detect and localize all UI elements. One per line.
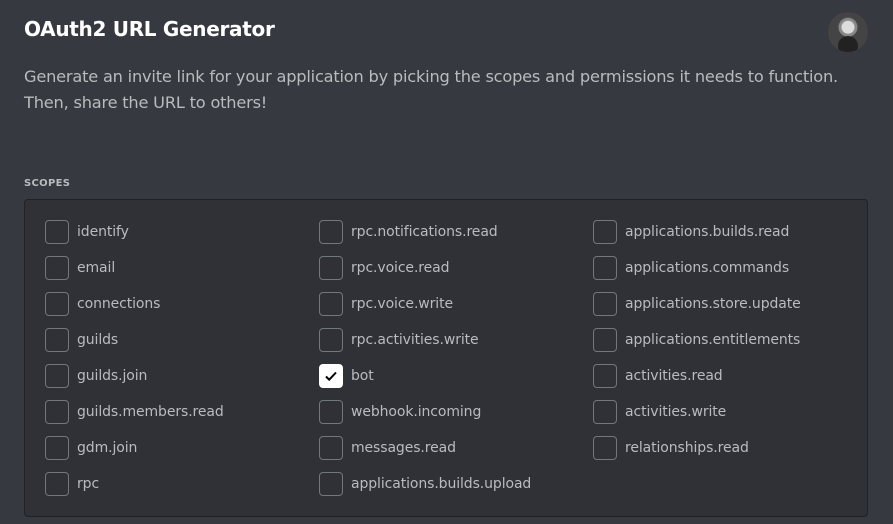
scope-rpc-notifications-read[interactable]: rpc.notifications.read [319,220,498,244]
scopes-panel: identify email connections guilds guilds.joi… [24,199,868,517]
checkbox[interactable] [593,292,617,316]
scope-label: applications.builds.upload [351,476,532,492]
scope-label: relationships.read [625,440,749,456]
scope-label: connections [77,296,161,312]
scope-label: rpc.notifications.read [351,224,498,240]
scope-label: guilds [77,332,119,348]
page-title: OAuth2 URL Generator [24,17,275,41]
scope-label: bot [351,368,374,384]
scope-applications-entitlements[interactable]: applications.entitlements [593,328,800,352]
checkbox[interactable] [319,400,343,424]
checkbox[interactable] [319,220,343,244]
scope-applications-builds-upload[interactable]: applications.builds.upload [319,472,531,496]
scope-applications-store-update[interactable]: applications.store.update [593,292,801,316]
scope-webhook-incoming[interactable]: webhook.incoming [319,400,481,424]
scope-activities-write[interactable]: activities.write [593,400,726,424]
scope-guilds-join[interactable]: guilds.join [45,364,147,388]
scope-label: rpc.voice.write [351,296,453,312]
checkbox[interactable] [45,328,69,352]
scope-label: activities.read [625,368,723,384]
scope-label: email [77,260,116,276]
scope-label: identify [77,224,129,240]
scope-applications-builds-read[interactable]: applications.builds.read [593,220,789,244]
scope-rpc[interactable]: rpc [45,472,99,496]
scope-label: guilds.members.read [77,404,224,420]
checkbox[interactable] [45,436,69,460]
scope-rpc-voice-write[interactable]: rpc.voice.write [319,292,453,316]
checkbox[interactable] [593,328,617,352]
scope-label: gdm.join [77,440,138,456]
scope-applications-commands[interactable]: applications.commands [593,256,789,280]
checkbox[interactable] [593,436,617,460]
scope-relationships-read[interactable]: relationships.read [593,436,749,460]
scope-label: applications.builds.read [625,224,790,240]
scope-guilds[interactable]: guilds [45,328,118,352]
checkbox[interactable] [319,472,343,496]
checkbox[interactable] [593,220,617,244]
checkbox[interactable] [45,292,69,316]
scope-label: rpc.voice.read [351,260,450,276]
scope-label: webhook.incoming [351,404,482,420]
scope-identify[interactable]: identify [45,220,129,244]
checkbox[interactable] [593,256,617,280]
checkbox[interactable] [319,256,343,280]
scope-label: applications.entitlements [625,332,801,348]
checkbox[interactable] [45,364,69,388]
scopes-label: SCOPES [24,178,71,189]
scope-label: messages.read [351,440,456,456]
scope-gdm-join[interactable]: gdm.join [45,436,137,460]
checkbox[interactable] [45,220,69,244]
checkbox[interactable] [319,436,343,460]
avatar[interactable] [828,12,868,52]
scope-messages-read[interactable]: messages.read [319,436,456,460]
scope-label: applications.store.update [625,296,801,312]
scope-bot[interactable]: bot [319,364,374,388]
scope-connections[interactable]: connections [45,292,160,316]
scope-email[interactable]: email [45,256,115,280]
checkbox[interactable] [45,256,69,280]
checkbox[interactable] [319,328,343,352]
checkmark-icon [325,371,337,382]
checkbox[interactable] [319,292,343,316]
checkbox[interactable] [45,400,69,424]
scope-label: applications.commands [625,260,790,276]
checkbox[interactable] [593,400,617,424]
scope-guilds-members-read[interactable]: guilds.members.read [45,400,224,424]
scope-rpc-voice-read[interactable]: rpc.voice.read [319,256,450,280]
scope-label: rpc.activities.write [351,332,479,348]
scope-label: activities.write [625,404,727,420]
checkbox[interactable] [45,472,69,496]
scope-label: guilds.join [77,368,148,384]
scope-activities-read[interactable]: activities.read [593,364,723,388]
checkbox[interactable] [593,364,617,388]
page-description: Generate an invite link for your applica… [24,67,838,112]
scope-label: rpc [77,476,100,492]
scope-rpc-activities-write[interactable]: rpc.activities.write [319,328,479,352]
checkbox[interactable] [319,364,343,388]
